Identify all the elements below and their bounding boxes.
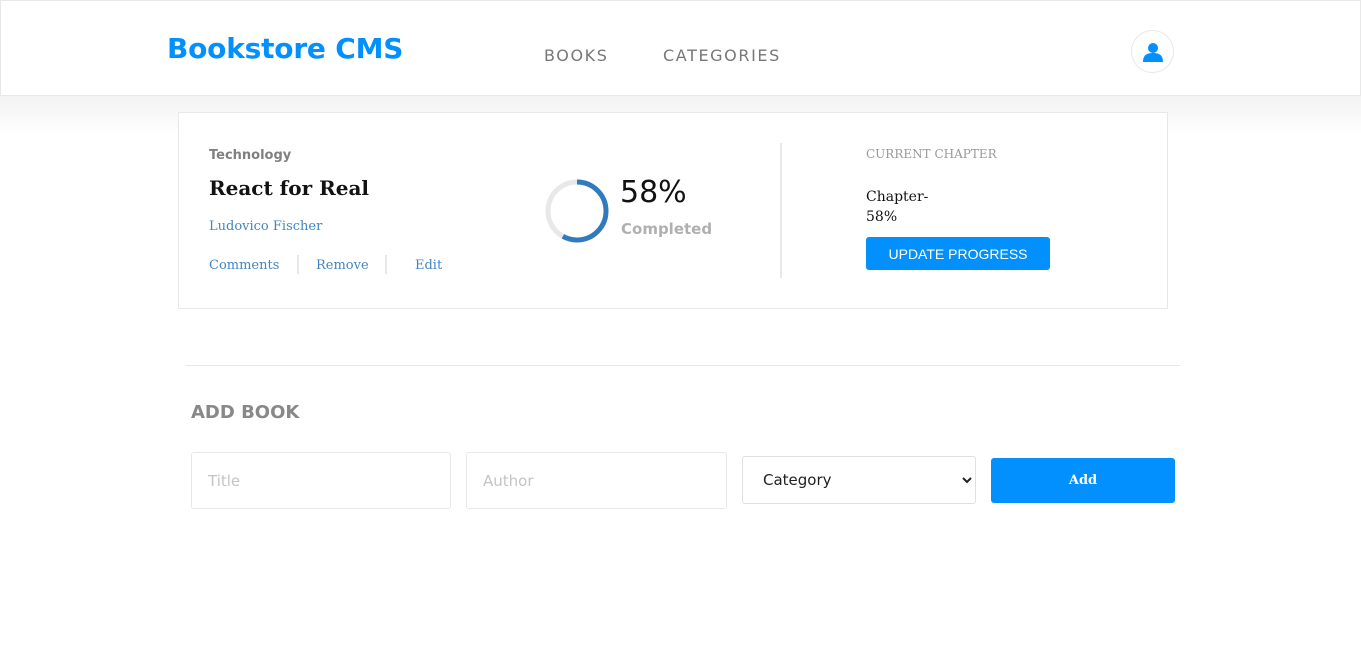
action-divider — [297, 255, 299, 274]
book-category: Technology — [209, 148, 292, 163]
action-divider — [385, 255, 387, 274]
nav-categories[interactable]: CATEGORIES — [663, 46, 781, 65]
edit-button[interactable]: Edit — [415, 258, 442, 273]
book-card: Technology React for Real Ludovico Fisch… — [178, 112, 1168, 309]
current-chapter-value: Chapter- 58% — [866, 189, 929, 225]
add-book-heading: ADD BOOK — [191, 402, 300, 423]
author-input[interactable] — [466, 452, 727, 509]
update-progress-button[interactable]: UPDATE PROGRESS — [866, 237, 1050, 270]
add-book-button[interactable]: Add — [991, 458, 1175, 503]
progress-ring — [545, 179, 609, 243]
remove-button[interactable]: Remove — [316, 258, 369, 273]
book-author: Ludovico Fischer — [209, 219, 323, 234]
category-select[interactable]: Category — [742, 456, 976, 504]
comments-button[interactable]: Comments — [209, 258, 279, 273]
app-header: Bookstore CMS BOOKS CATEGORIES — [0, 0, 1361, 96]
current-chapter-label: CURRENT CHAPTER — [866, 147, 997, 161]
user-avatar-button[interactable] — [1131, 30, 1174, 73]
book-title: React for Real — [209, 176, 370, 200]
user-icon — [1142, 42, 1163, 62]
app-logo[interactable]: Bookstore CMS — [167, 32, 403, 65]
card-divider — [780, 143, 782, 278]
progress-label: Completed — [621, 220, 713, 238]
title-input[interactable] — [191, 452, 451, 509]
progress-percent: 58% — [620, 175, 687, 210]
section-divider — [185, 365, 1180, 366]
nav-books[interactable]: BOOKS — [544, 46, 609, 65]
